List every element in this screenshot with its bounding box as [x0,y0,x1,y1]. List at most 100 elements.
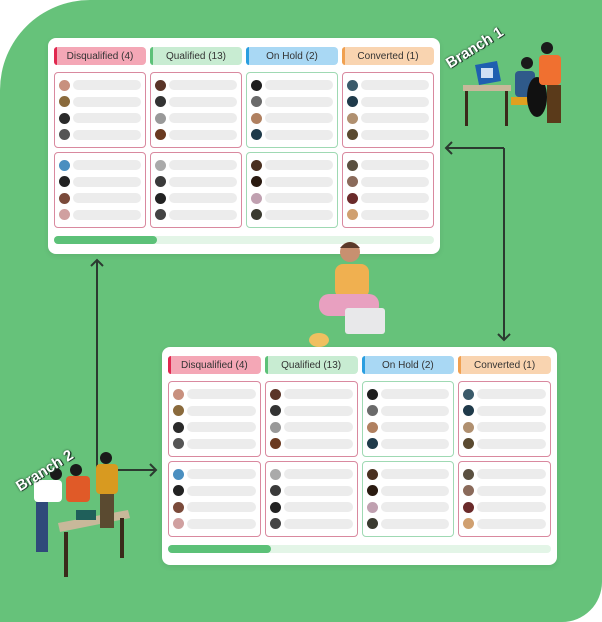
status-tab[interactable]: Qualified (13) [150,47,242,65]
lead-card[interactable] [246,152,338,228]
lead-card[interactable] [342,72,434,148]
lead-card[interactable] [246,72,338,148]
lead-row[interactable] [155,79,237,91]
lead-row[interactable] [155,159,237,171]
lead-row[interactable] [59,79,141,91]
lead-row[interactable] [269,501,353,513]
lead-row[interactable] [366,438,450,450]
lead-card[interactable] [264,461,358,537]
status-tab[interactable]: Converted (1) [342,47,434,65]
lead-row[interactable] [347,129,429,141]
lead-row[interactable] [59,96,141,108]
lead-row[interactable] [463,485,546,497]
lead-row[interactable] [251,96,333,108]
lead-row[interactable] [251,209,333,221]
avatar [269,405,281,417]
avatar [269,485,281,497]
lead-row[interactable] [366,468,450,480]
lead-row[interactable] [347,176,429,188]
lead-row[interactable] [347,96,429,108]
lead-row[interactable] [173,518,256,530]
lead-card[interactable] [361,381,455,457]
lead-row[interactable] [155,96,237,108]
lead-row[interactable] [155,176,237,188]
placeholder-text-bar [477,438,546,449]
lead-row[interactable] [269,518,353,530]
lead-row[interactable] [251,159,333,171]
lead-card[interactable] [150,72,242,148]
lead-row[interactable] [173,468,256,480]
lead-row[interactable] [173,485,256,497]
lead-row[interactable] [59,159,141,171]
lead-row[interactable] [251,79,333,91]
status-tab[interactable]: On Hold (2) [246,47,338,65]
lead-row[interactable] [251,192,333,204]
lead-row[interactable] [347,159,429,171]
lead-row[interactable] [59,209,141,221]
lead-row[interactable] [155,192,237,204]
lead-card[interactable] [264,381,358,457]
lead-row[interactable] [463,405,546,417]
lead-row[interactable] [366,405,450,417]
lead-row[interactable] [59,112,141,124]
lead-row[interactable] [347,112,429,124]
lead-row[interactable] [155,209,237,221]
placeholder-text-bar [265,176,333,187]
lead-row[interactable] [463,438,546,450]
lead-row[interactable] [463,468,546,480]
status-tab[interactable]: Disqualified (4) [54,47,146,65]
lead-row[interactable] [269,438,353,450]
lead-row[interactable] [366,518,450,530]
placeholder-text-bar [477,518,546,529]
lead-row[interactable] [463,518,546,530]
lead-row[interactable] [59,176,141,188]
lead-row[interactable] [251,176,333,188]
lead-row[interactable] [269,421,353,433]
lead-row[interactable] [269,468,353,480]
lead-row[interactable] [463,421,546,433]
status-tab[interactable]: Disqualified (4) [168,356,261,374]
lead-row[interactable] [155,112,237,124]
lead-card[interactable] [168,461,261,537]
status-tab[interactable]: On Hold (2) [361,356,455,374]
placeholder-text-bar [283,502,353,513]
lead-card[interactable] [361,461,455,537]
lead-row[interactable] [269,485,353,497]
lead-row[interactable] [173,438,256,450]
lead-card[interactable] [54,152,146,228]
lead-row[interactable] [366,388,450,400]
lead-row[interactable] [173,421,256,433]
lead-row[interactable] [251,129,333,141]
placeholder-text-bar [361,96,429,107]
placeholder-text-bar [169,160,237,171]
status-tab[interactable]: Converted (1) [458,356,551,374]
lead-row[interactable] [347,209,429,221]
lead-row[interactable] [251,112,333,124]
lead-row[interactable] [269,405,353,417]
lead-row[interactable] [463,501,546,513]
placeholder-text-bar [380,422,450,433]
lead-row[interactable] [463,388,546,400]
lead-row[interactable] [347,192,429,204]
lead-row[interactable] [347,79,429,91]
lead-row[interactable] [59,192,141,204]
placeholder-text-bar [283,469,353,480]
status-tab[interactable]: Qualified (13) [264,356,358,374]
lead-row[interactable] [366,421,450,433]
lead-card[interactable] [458,461,551,537]
lead-row[interactable] [366,501,450,513]
lead-row[interactable] [173,388,256,400]
lead-card[interactable] [168,381,261,457]
lead-row[interactable] [173,501,256,513]
lead-row[interactable] [366,485,450,497]
lead-card[interactable] [458,381,551,457]
lead-card[interactable] [342,152,434,228]
lead-row[interactable] [155,129,237,141]
lead-card[interactable] [54,72,146,148]
placeholder-text-bar [380,389,450,400]
lead-row[interactable] [269,388,353,400]
lead-card[interactable] [150,152,242,228]
lead-row[interactable] [173,405,256,417]
avatar [463,485,475,497]
lead-row[interactable] [59,129,141,141]
